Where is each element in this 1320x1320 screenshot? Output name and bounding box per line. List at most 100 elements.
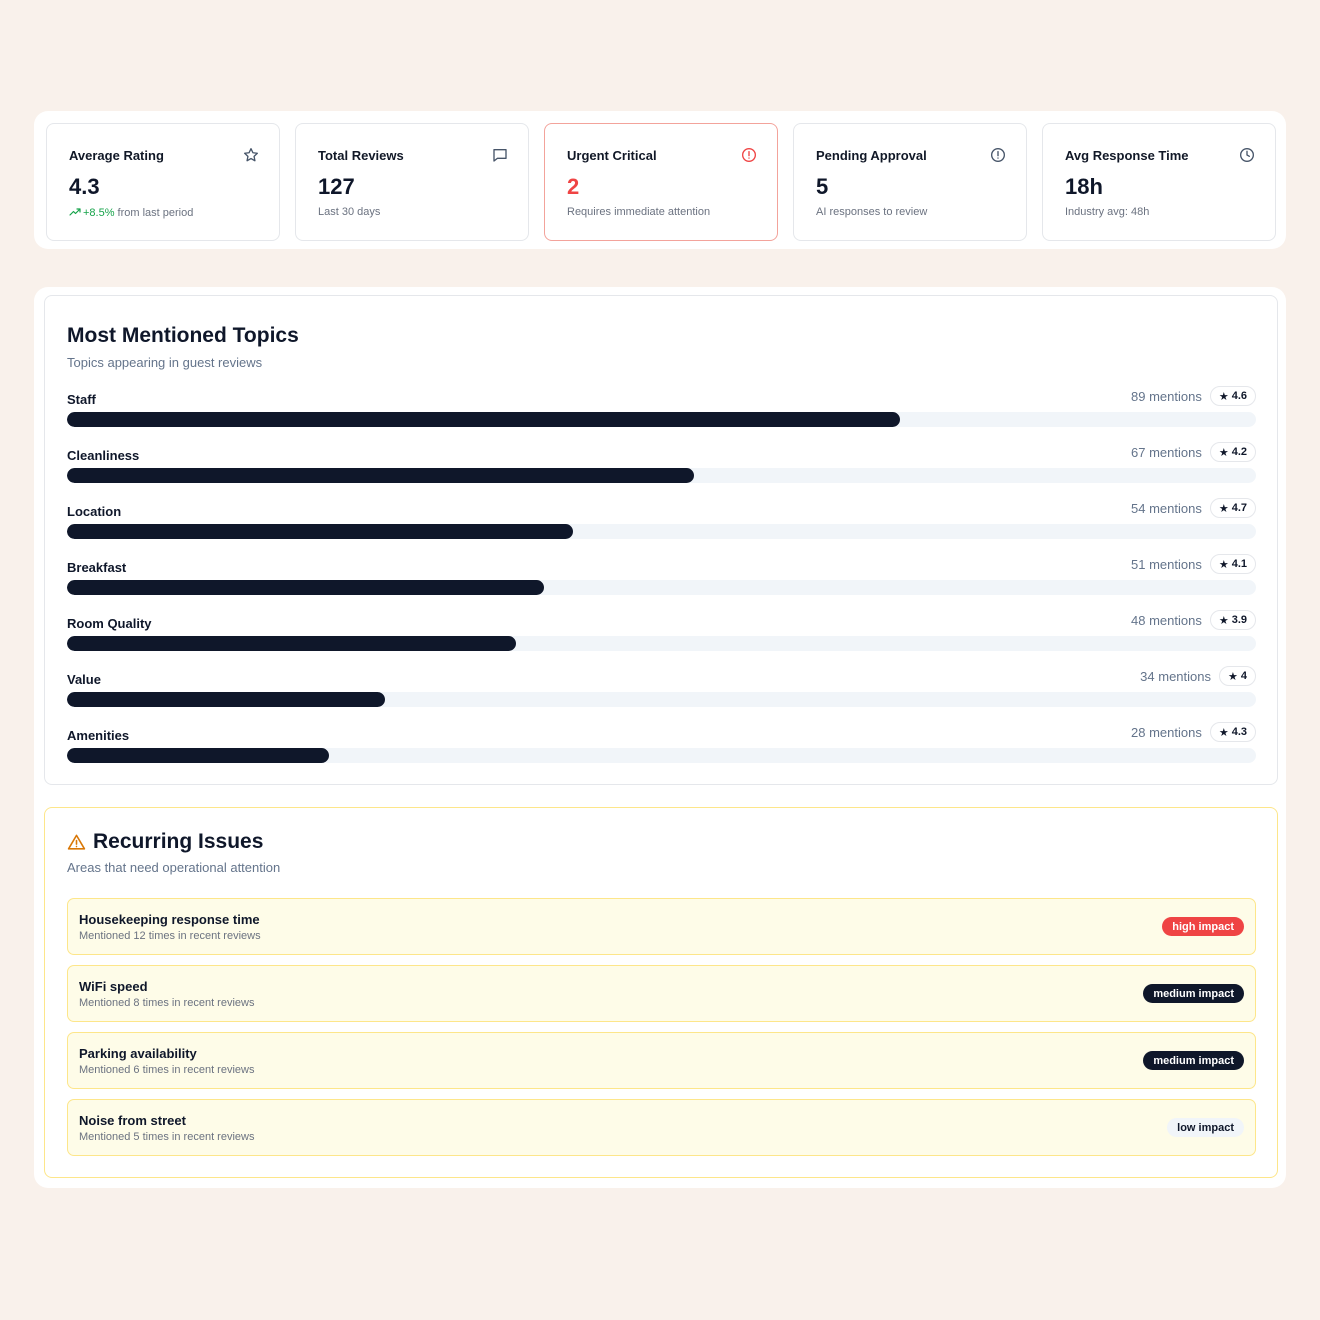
rating-value: 3.9 bbox=[1231, 614, 1247, 626]
topic-bar-fill bbox=[67, 412, 901, 427]
stat-card-total-reviews: Total Reviews 127 Last 30 days bbox=[295, 123, 529, 241]
topic-bar-fill bbox=[67, 748, 330, 763]
trend-label: from last period bbox=[114, 207, 194, 219]
topic-mentions: 28 mentions bbox=[1131, 724, 1202, 740]
topic-mentions: 89 mentions bbox=[1131, 388, 1202, 404]
topic-name: Value bbox=[67, 672, 101, 687]
topic-bar-fill bbox=[67, 580, 545, 595]
stat-value: 127 bbox=[318, 174, 355, 199]
topic-mentions: 34 mentions bbox=[1140, 668, 1211, 684]
stat-subtext: AI responses to review bbox=[816, 206, 928, 218]
stat-value: 4.3 bbox=[69, 174, 100, 199]
topics-title: Most Mentioned Topics bbox=[67, 324, 299, 347]
main-panel: Most Mentioned Topics Topics appearing i… bbox=[34, 287, 1286, 1188]
stats-panel: Average Rating 4.3 +8.5% from last perio… bbox=[34, 111, 1286, 249]
trending-up-icon bbox=[69, 208, 81, 216]
stat-title: Pending Approval bbox=[816, 148, 927, 163]
stat-value: 5 bbox=[816, 174, 829, 199]
rating-value: 4.3 bbox=[1231, 726, 1247, 738]
impact-badge: medium impact bbox=[1143, 984, 1244, 1003]
impact-badge: medium impact bbox=[1143, 1051, 1244, 1070]
issue-row[interactable]: Noise from street Mentioned 5 times in r… bbox=[67, 1099, 1256, 1156]
star-filled-icon: ★ bbox=[1218, 558, 1229, 571]
topic-mentions: 51 mentions bbox=[1131, 556, 1202, 572]
topic-row-location: Location 54 mentions ★ 4.7 bbox=[67, 498, 1256, 542]
warning-triangle-icon bbox=[67, 834, 86, 850]
issue-name: Noise from street bbox=[79, 1113, 186, 1128]
topic-row-value: Value 34 mentions ★ 4 bbox=[67, 666, 1256, 710]
stat-subtext: Industry avg: 48h bbox=[1065, 206, 1150, 218]
topic-name: Cleanliness bbox=[67, 448, 140, 463]
topic-name: Staff bbox=[67, 392, 96, 407]
topic-row-breakfast: Breakfast 51 mentions ★ 4.1 bbox=[67, 554, 1256, 598]
stat-title: Average Rating bbox=[69, 148, 164, 163]
issue-row[interactable]: Housekeeping response time Mentioned 12 … bbox=[67, 898, 1256, 955]
stat-title: Urgent Critical bbox=[567, 148, 657, 163]
topic-row-staff: Staff 89 mentions ★ 4.6 bbox=[67, 386, 1256, 430]
stat-subtext: +8.5% from last period bbox=[69, 206, 193, 219]
trend-value: +8.5% bbox=[83, 207, 115, 219]
topics-subtitle: Topics appearing in guest reviews bbox=[67, 355, 263, 370]
issue-name: WiFi speed bbox=[79, 979, 148, 994]
topic-bar-fill bbox=[67, 636, 517, 651]
rating-badge: ★ 4.6 bbox=[1209, 386, 1256, 406]
issues-subtitle: Areas that need operational attention bbox=[67, 860, 281, 875]
topic-bar-track bbox=[67, 748, 1256, 763]
message-icon bbox=[493, 149, 507, 162]
impact-badge: low impact bbox=[1167, 1118, 1244, 1137]
rating-value: 4.6 bbox=[1231, 390, 1247, 402]
clock-icon bbox=[1240, 148, 1254, 162]
stat-card-average-rating: Average Rating 4.3 +8.5% from last perio… bbox=[46, 123, 280, 241]
star-filled-icon: ★ bbox=[1218, 390, 1229, 403]
issue-row[interactable]: Parking availability Mentioned 6 times i… bbox=[67, 1032, 1256, 1089]
topic-name: Amenities bbox=[67, 728, 130, 743]
topic-bar-track bbox=[67, 692, 1256, 707]
stat-subtext: Last 30 days bbox=[318, 206, 381, 218]
topic-mentions: 48 mentions bbox=[1131, 612, 1202, 628]
rating-badge: ★ 4.7 bbox=[1209, 498, 1256, 518]
topic-bar-track bbox=[67, 468, 1256, 483]
issue-row[interactable]: WiFi speed Mentioned 8 times in recent r… bbox=[67, 965, 1256, 1022]
info-circle-icon bbox=[991, 148, 1005, 162]
issue-name: Parking availability bbox=[79, 1046, 197, 1061]
issue-mentions: Mentioned 12 times in recent reviews bbox=[79, 930, 261, 942]
stat-subtext: Requires immediate attention bbox=[567, 206, 711, 218]
topic-bar-track bbox=[67, 412, 1256, 427]
topic-name: Location bbox=[67, 504, 122, 519]
topics-card: Most Mentioned Topics Topics appearing i… bbox=[44, 295, 1278, 785]
topic-bar-track bbox=[67, 524, 1256, 539]
impact-badge: high impact bbox=[1162, 917, 1244, 936]
topic-bar-fill bbox=[67, 468, 695, 483]
star-filled-icon: ★ bbox=[1228, 670, 1238, 683]
topic-bar-track bbox=[67, 636, 1256, 651]
rating-value: 4.7 bbox=[1231, 502, 1247, 514]
issue-mentions: Mentioned 5 times in recent reviews bbox=[79, 1131, 255, 1143]
star-filled-icon: ★ bbox=[1218, 614, 1229, 627]
stat-card-pending-approval: Pending Approval 5 AI responses to revie… bbox=[793, 123, 1027, 241]
rating-value: 4 bbox=[1240, 670, 1247, 682]
issues-title: Recurring Issues bbox=[93, 830, 264, 853]
star-filled-icon: ★ bbox=[1218, 502, 1229, 515]
alert-circle-icon bbox=[742, 148, 756, 162]
stat-title: Total Reviews bbox=[318, 148, 404, 163]
stat-title: Avg Response Time bbox=[1065, 148, 1189, 163]
topic-row-amenities: Amenities 28 mentions ★ 4.3 bbox=[67, 722, 1256, 766]
topic-row-room-quality: Room Quality 48 mentions ★ 3.9 bbox=[67, 610, 1256, 654]
star-filled-icon: ★ bbox=[1218, 446, 1229, 459]
issue-name: Housekeeping response time bbox=[79, 912, 260, 927]
topic-name: Breakfast bbox=[67, 560, 127, 575]
rating-badge: ★ 4 bbox=[1219, 666, 1256, 686]
issue-mentions: Mentioned 8 times in recent reviews bbox=[79, 997, 255, 1009]
star-icon bbox=[244, 148, 258, 162]
topic-row-cleanliness: Cleanliness 67 mentions ★ 4.2 bbox=[67, 442, 1256, 486]
topic-mentions: 54 mentions bbox=[1131, 500, 1202, 516]
stat-value: 2 bbox=[567, 174, 580, 199]
rating-badge: ★ 4.2 bbox=[1209, 442, 1256, 462]
topic-bar-fill bbox=[67, 524, 573, 539]
topic-bar-track bbox=[67, 580, 1256, 595]
stat-card-urgent-critical: Urgent Critical 2 Requires immediate att… bbox=[544, 123, 778, 241]
issues-card: Recurring Issues Areas that need operati… bbox=[44, 807, 1278, 1178]
rating-badge: ★ 4.1 bbox=[1209, 554, 1256, 574]
rating-value: 4.2 bbox=[1231, 446, 1247, 458]
topic-name: Room Quality bbox=[67, 616, 152, 631]
